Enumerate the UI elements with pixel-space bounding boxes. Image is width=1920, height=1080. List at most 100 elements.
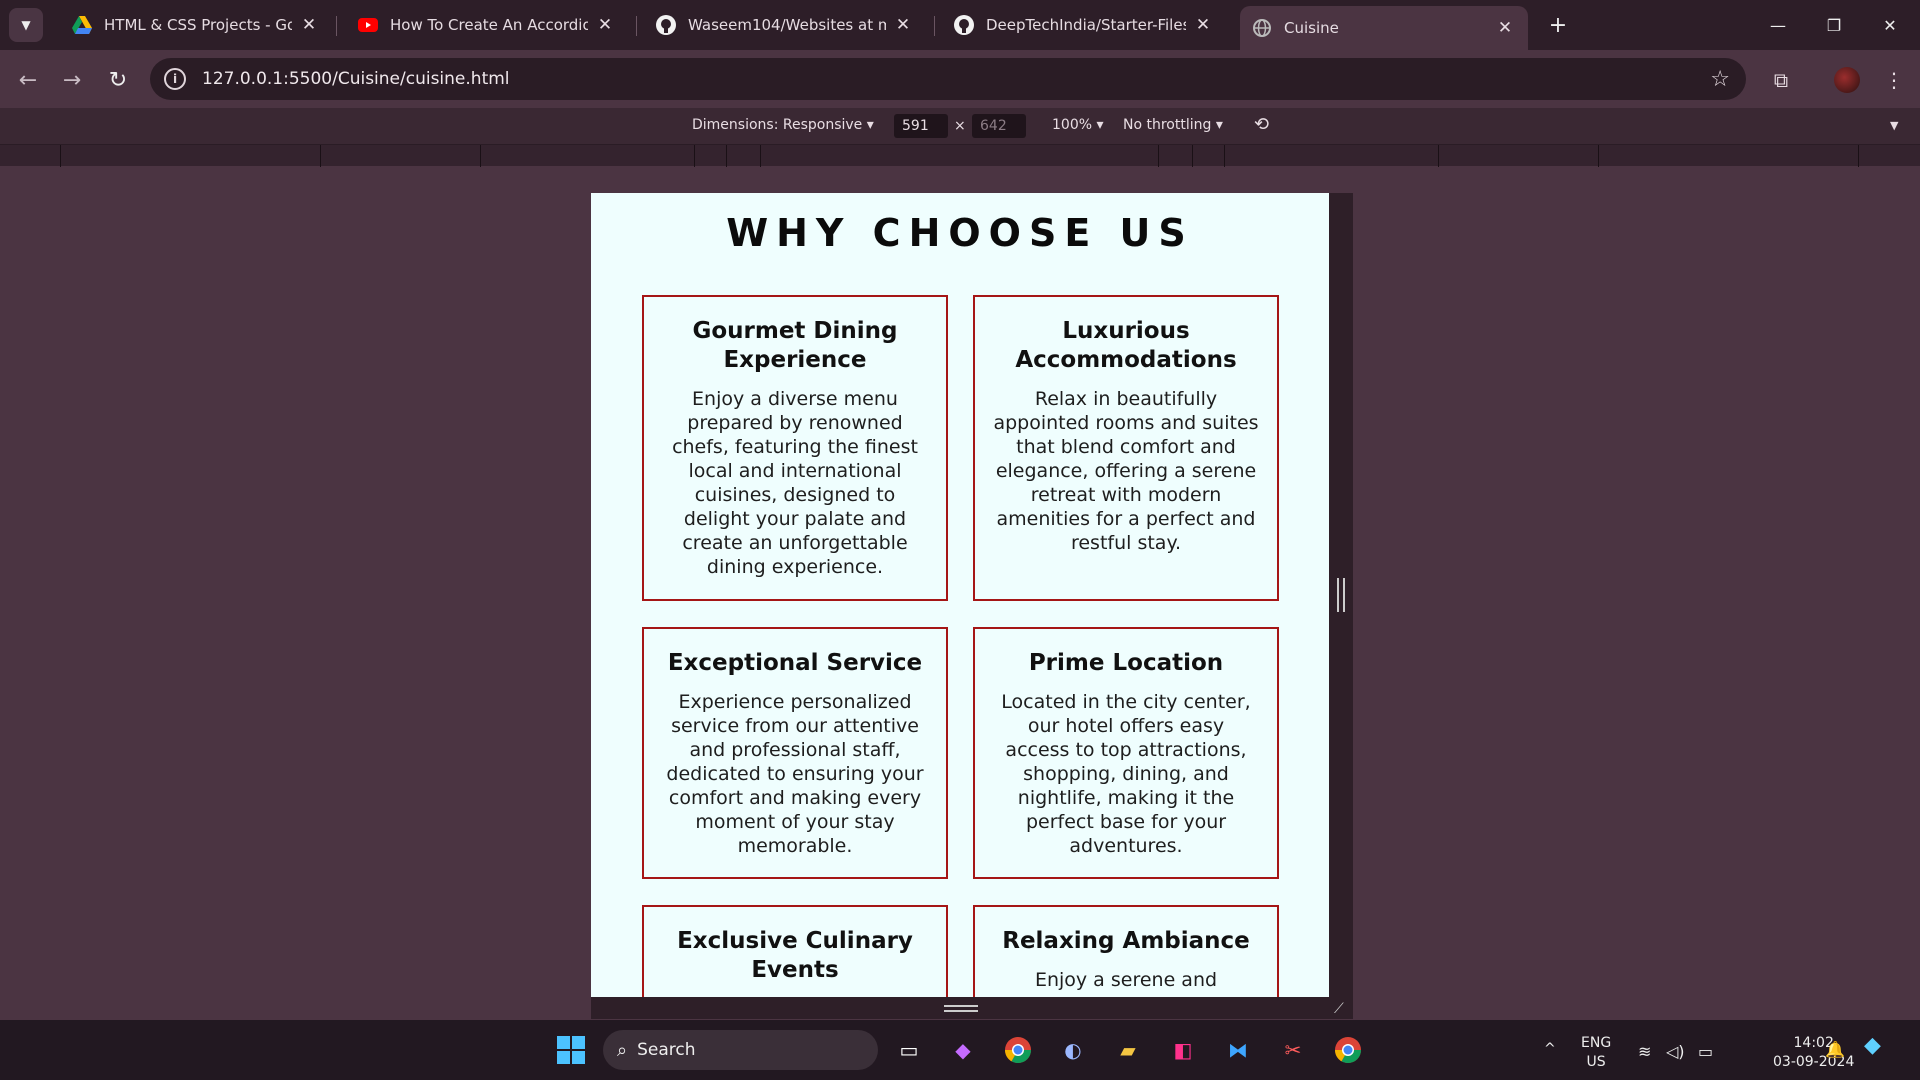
tab-title: How To Create An Accordions In xyxy=(390,16,588,34)
youtube-icon xyxy=(358,15,378,35)
ruler-tick xyxy=(726,145,727,167)
menu-kebab-icon[interactable]: ⋮ xyxy=(1878,64,1910,96)
card-text: Experience personalized service from our… xyxy=(666,691,924,857)
tab-title: DeepTechIndia/Starter-Files xyxy=(986,16,1186,34)
vscode-icon[interactable]: ⧓ xyxy=(1220,1032,1256,1068)
back-button[interactable]: ← xyxy=(10,64,46,96)
ruler-tick xyxy=(1158,145,1159,167)
ruler-tick xyxy=(1192,145,1193,167)
chevron-down-icon: ▼ xyxy=(21,18,31,32)
search-icon: ⌕ xyxy=(617,1039,628,1061)
tab-search-button[interactable]: ▼ xyxy=(9,8,43,42)
snipping-tool-icon[interactable]: ✂ xyxy=(1275,1032,1311,1068)
card-text: Enjoy a serene and xyxy=(1034,969,1218,991)
profile-button[interactable] xyxy=(1831,64,1863,96)
battery-icon[interactable]: ▭ xyxy=(1698,1042,1713,1061)
chrome-icon[interactable] xyxy=(1000,1032,1036,1068)
chrome-profile-icon[interactable] xyxy=(1330,1032,1366,1068)
language-indicator[interactable]: ENG US xyxy=(1581,1034,1611,1072)
feature-card: Gourmet Dining Experience Enjoy a divers… xyxy=(642,295,948,601)
card-title: Luxurious Accommodations xyxy=(1015,318,1237,373)
taskbar-search[interactable]: ⌕ Search xyxy=(603,1030,878,1070)
more-options-icon[interactable]: ▼ xyxy=(1890,119,1898,132)
url-text[interactable]: 127.0.0.1:5500/Cuisine/cuisine.html xyxy=(202,69,510,89)
close-icon[interactable]: ✕ xyxy=(594,14,616,36)
ruler-tick xyxy=(1224,145,1225,167)
card-text: Enjoy a diverse menu prepared by renowne… xyxy=(672,388,918,578)
notification-bell-icon[interactable]: 🔔 xyxy=(1825,1040,1845,1059)
width-input[interactable]: 591 xyxy=(894,114,948,138)
feature-card: Prime Location Located in the city cente… xyxy=(973,627,1279,879)
windows-start-icon[interactable] xyxy=(553,1032,589,1068)
minimize-icon: — xyxy=(1770,15,1786,35)
throttling-dropdown[interactable]: No throttling ▾ xyxy=(1123,117,1223,133)
tab-separator xyxy=(636,16,637,36)
dimensions-dropdown[interactable]: Dimensions: Responsive ▾ xyxy=(692,117,874,133)
address-bar[interactable]: i 127.0.0.1:5500/Cuisine/cuisine.html ☆ xyxy=(150,58,1746,100)
ruler-tick xyxy=(694,145,695,167)
site-info-icon[interactable]: i xyxy=(164,68,186,90)
dimensions-label: Dimensions: Responsive xyxy=(692,117,863,133)
throttling-label: No throttling xyxy=(1123,117,1212,133)
copilot-pre-icon[interactable]: ◆ xyxy=(1864,1035,1881,1057)
page-viewport: WHY CHOOSE US Gourmet Dining Experience … xyxy=(591,193,1329,997)
resize-corner-icon[interactable]: ⟋ xyxy=(1334,1001,1344,1017)
minimize-button[interactable]: — xyxy=(1750,0,1806,50)
file-explorer-icon[interactable]: ▰ xyxy=(1110,1032,1146,1068)
feature-card: Exclusive Culinary Events xyxy=(642,905,948,997)
card-text: Relax in beautifully appointed rooms and… xyxy=(993,388,1259,554)
wifi-icon[interactable]: ≋ xyxy=(1638,1042,1651,1061)
close-icon[interactable]: ✕ xyxy=(298,14,320,36)
close-icon[interactable]: ✕ xyxy=(1494,17,1516,39)
forward-button[interactable]: → xyxy=(54,64,90,96)
restore-icon: ❐ xyxy=(1826,15,1842,35)
ruler-tick xyxy=(1438,145,1439,167)
tab-html-css-projects[interactable]: HTML & CSS Projects - Google ✕ xyxy=(60,0,332,50)
globe-icon xyxy=(1252,18,1272,38)
eclipse-icon[interactable]: ◐ xyxy=(1055,1032,1091,1068)
close-icon: ✕ xyxy=(1883,15,1897,35)
bookmark-star-icon[interactable]: ☆ xyxy=(1710,67,1730,92)
close-window-button[interactable]: ✕ xyxy=(1862,0,1918,50)
reload-button[interactable]: ↻ xyxy=(100,64,136,96)
tray-overflow-icon[interactable]: ^ xyxy=(1544,1040,1556,1059)
close-icon[interactable]: ✕ xyxy=(1192,14,1214,36)
copilot-icon[interactable]: ◆ xyxy=(945,1032,981,1068)
tab-title: Waseem104/Websites at master xyxy=(688,16,886,34)
tab-title: HTML & CSS Projects - Google xyxy=(104,16,292,34)
resize-handle-right[interactable] xyxy=(1337,578,1345,612)
feature-card: Exceptional Service Experience personali… xyxy=(642,627,948,879)
extensions-icon[interactable]: ⧉ xyxy=(1765,64,1797,96)
device-toolbar: Dimensions: Responsive ▾ 591 × 642 100% … xyxy=(0,108,1920,144)
zoom-dropdown[interactable]: 100% ▾ xyxy=(1052,117,1104,133)
volume-icon[interactable]: ◁) xyxy=(1666,1042,1685,1061)
zoom-label: 100% xyxy=(1052,117,1093,133)
tab-title: Cuisine xyxy=(1284,19,1339,37)
resize-handle-bottom[interactable] xyxy=(944,1005,978,1012)
search-label: Search xyxy=(637,1040,696,1060)
intellij-icon[interactable]: ◧ xyxy=(1165,1032,1201,1068)
tab-separator xyxy=(336,16,337,36)
ruler-tick xyxy=(480,145,481,167)
media-query-ruler[interactable] xyxy=(0,144,1920,167)
height-input[interactable]: 642 xyxy=(972,114,1026,138)
card-title: Exceptional Service xyxy=(667,650,923,676)
rotate-icon[interactable]: ⟲ xyxy=(1254,114,1269,135)
github-icon xyxy=(954,15,974,35)
tab-cuisine[interactable]: Cuisine ✕ xyxy=(1240,6,1528,50)
tab-waseem-websites[interactable]: Waseem104/Websites at master ✕ xyxy=(644,0,926,50)
ruler-tick xyxy=(320,145,321,167)
card-title: Prime Location xyxy=(1028,650,1224,676)
restore-button[interactable]: ❐ xyxy=(1806,0,1862,50)
section-heading: WHY CHOOSE US xyxy=(726,211,1194,255)
avatar xyxy=(1834,67,1860,93)
plus-icon: + xyxy=(1548,12,1568,38)
ruler-tick xyxy=(1598,145,1599,167)
tab-deeptechindia[interactable]: DeepTechIndia/Starter-Files ✕ xyxy=(942,0,1226,50)
close-icon[interactable]: ✕ xyxy=(892,14,914,36)
task-view-icon[interactable]: ▭ xyxy=(891,1032,927,1068)
arrow-left-icon: ← xyxy=(18,67,38,93)
tab-accordions[interactable]: How To Create An Accordions In ✕ xyxy=(346,0,628,50)
github-icon xyxy=(656,15,676,35)
new-tab-button[interactable]: + xyxy=(1544,11,1572,39)
